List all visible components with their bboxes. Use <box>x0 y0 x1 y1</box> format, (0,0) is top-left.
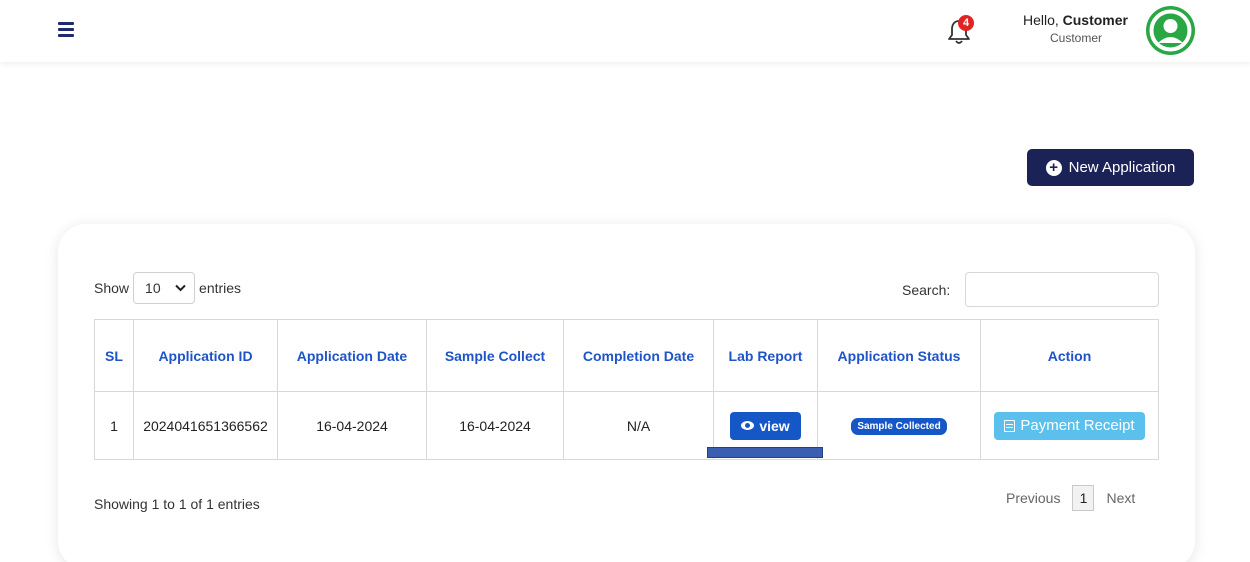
column-header-action[interactable]: Action <box>980 319 1159 392</box>
eye-icon <box>741 421 755 430</box>
search-input[interactable] <box>965 272 1159 307</box>
column-header-application-status[interactable]: Application Status <box>817 319 981 392</box>
plus-circle-icon: + <box>1045 159 1062 176</box>
status-badge: Sample Collected <box>851 418 947 435</box>
notification-count-badge: 4 <box>958 15 974 31</box>
view-button-label: view <box>759 417 790 434</box>
column-header-sl[interactable]: SL <box>94 319 134 392</box>
column-header-sample-collect[interactable]: Sample Collect <box>426 319 564 392</box>
greeting-prefix: Hello, <box>1022 12 1059 28</box>
show-label: Show <box>94 280 130 296</box>
user-name: Customer <box>1062 12 1128 28</box>
chevron-down-icon <box>175 284 186 292</box>
cell-sl: 1 <box>94 391 134 460</box>
focus-highlight-bar <box>707 447 823 458</box>
column-header-lab-report[interactable]: Lab Report <box>713 319 818 392</box>
cell-action: Payment Receipt <box>980 391 1159 460</box>
column-header-application-id[interactable]: Application ID <box>133 319 278 392</box>
user-avatar-icon[interactable] <box>1146 6 1195 55</box>
previous-page-button[interactable]: Previous <box>1006 490 1060 506</box>
payment-receipt-label: Payment Receipt <box>1020 417 1135 434</box>
page-number-button[interactable]: 1 <box>1072 485 1095 511</box>
entries-select[interactable]: 10 <box>133 272 196 304</box>
applications-card: Show 10 entries Search: SL Application I… <box>58 224 1195 562</box>
applications-table: SL Application ID Application Date Sampl… <box>94 319 1159 460</box>
table-info-text: Showing 1 to 1 of 1 entries <box>94 496 260 512</box>
new-application-button[interactable]: + New Application <box>1027 149 1194 186</box>
notification-bell[interactable]: 4 <box>946 15 976 46</box>
cell-application-status: Sample Collected <box>817 391 981 460</box>
search-label: Search: <box>902 282 951 298</box>
top-navbar: 4 Hello, Customer Customer <box>0 0 1250 62</box>
column-header-completion-date[interactable]: Completion Date <box>563 319 714 392</box>
user-role: Customer <box>1049 31 1102 45</box>
next-page-button[interactable]: Next <box>1106 490 1135 506</box>
entries-length-control: Show 10 entries <box>94 272 241 304</box>
cell-sample-collect: 16-04-2024 <box>426 391 564 460</box>
hamburger-menu-icon[interactable] <box>58 22 74 37</box>
user-silhouette-icon <box>1149 9 1192 52</box>
cell-completion-date: N/A <box>563 391 714 460</box>
entries-label: entries <box>199 280 242 296</box>
column-header-application-date[interactable]: Application Date <box>277 319 427 392</box>
document-icon <box>1004 419 1016 432</box>
user-greeting: Hello, Customer Customer <box>1023 12 1128 45</box>
cell-application-date: 16-04-2024 <box>277 391 427 460</box>
table-row: 1 2024041651366562 16-04-2024 16-04-2024… <box>94 391 1159 460</box>
entries-select-value: 10 <box>145 280 161 296</box>
view-lab-report-button[interactable]: view <box>730 411 801 440</box>
pagination: Previous 1 Next <box>1006 485 1135 511</box>
payment-receipt-button[interactable]: Payment Receipt <box>994 411 1145 440</box>
cell-application-id: 2024041651366562 <box>133 391 278 460</box>
new-application-label: New Application <box>1068 159 1176 176</box>
table-header-row: SL Application ID Application Date Sampl… <box>94 319 1159 392</box>
